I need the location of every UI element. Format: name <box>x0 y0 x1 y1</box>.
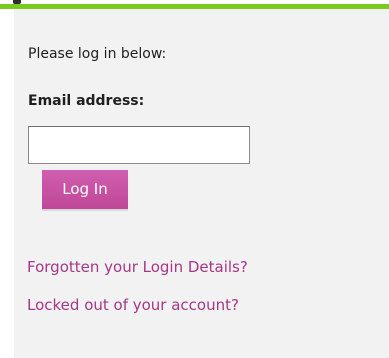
log-in-button[interactable]: Log In <box>42 170 128 209</box>
login-intro-text: Please log in below: <box>28 46 167 62</box>
log-in-button-shadow <box>42 209 128 211</box>
forgotten-login-details-link[interactable]: Forgotten your Login Details? <box>27 258 248 276</box>
login-page: Please log in below: Email address: Log … <box>0 0 389 358</box>
locked-out-account-link[interactable]: Locked out of your account? <box>27 296 239 314</box>
email-field[interactable] <box>28 126 250 164</box>
email-label: Email address: <box>28 93 145 109</box>
